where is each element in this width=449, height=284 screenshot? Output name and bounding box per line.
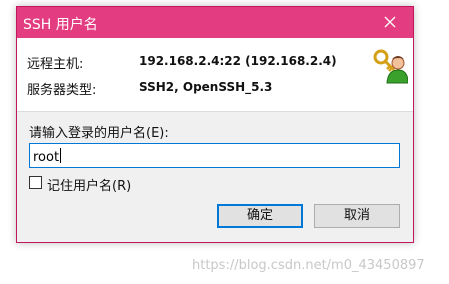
ok-button[interactable]: 确定 [217,204,303,228]
window-title: SSH 用户名 [23,17,98,33]
ssh-username-dialog: SSH 用户名 远程主机: 192.168.2.4:22 (192.168.2.… [16,6,414,243]
title-bar[interactable]: SSH 用户名 [17,7,413,38]
watermark-text: https://blog.csdn.net/m0_43450897 [192,258,425,273]
connection-info-panel: 远程主机: 192.168.2.4:22 (192.168.2.4) 服务器类型… [17,38,413,112]
server-type-value: SSH2, OpenSSH_5.3 [139,80,273,94]
close-icon [384,16,396,28]
username-input[interactable]: root [29,143,400,168]
server-type-label: 服务器类型: [27,83,97,98]
username-prompt-label: 请输入登录的用户名(E): [29,126,169,141]
username-input-value: root [33,148,62,165]
close-button[interactable] [367,7,413,38]
text-caret [60,148,62,163]
cancel-button[interactable]: 取消 [314,204,400,228]
user-key-icon [372,48,409,84]
host-label: 远程主机: [27,57,84,72]
remember-username-checkbox[interactable] [29,176,42,189]
host-value: 192.168.2.4:22 (192.168.2.4) [139,54,337,68]
remember-username-label[interactable]: 记住用户名(R) [47,175,131,194]
